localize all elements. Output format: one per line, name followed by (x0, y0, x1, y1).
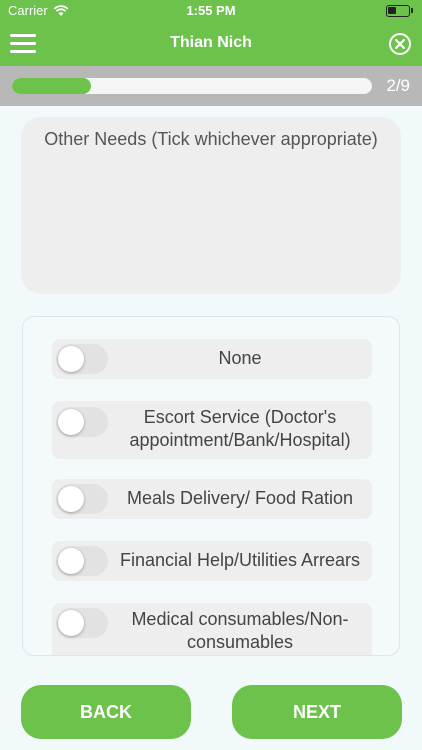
close-circle-icon[interactable] (388, 32, 412, 56)
page-title: Thian Nich (170, 34, 252, 51)
toggle-switch[interactable] (56, 608, 108, 638)
option-label: None (218, 348, 262, 368)
next-button[interactable]: NEXT (232, 685, 402, 739)
progress-fill (12, 78, 92, 94)
progress-area: 2/9 (0, 66, 422, 106)
option-label: Medical consumables/Non-consumables (131, 609, 349, 652)
progress-bar (12, 78, 372, 94)
question-text: Other Needs (Tick whichever appropriate) (44, 129, 378, 149)
status-bar: Carrier 1:55 PM (0, 0, 422, 22)
status-time: 1:55 PM (186, 3, 236, 18)
progress-counter: 2/9 (386, 76, 410, 95)
toggle-switch[interactable] (56, 546, 108, 576)
question-card: Other Needs (Tick whichever appropriate) (21, 117, 401, 294)
option-escort-service[interactable]: Escort Service (Doctor's appointment/Ban… (52, 401, 372, 459)
option-label: Escort Service (Doctor's appointment/Ban… (129, 407, 351, 450)
option-financial-help[interactable]: Financial Help/Utilities Arrears (52, 541, 372, 581)
option-none[interactable]: None (52, 339, 372, 379)
nav-bar: Thian Nich (0, 22, 422, 66)
options-list[interactable]: None Escort Service (Doctor's appointmen… (22, 316, 400, 656)
toggle-switch[interactable] (56, 344, 108, 374)
toggle-switch[interactable] (56, 484, 108, 514)
battery-icon (386, 5, 413, 17)
option-label: Financial Help/Utilities Arrears (119, 550, 361, 570)
option-medical-consumables[interactable]: Medical consumables/Non-consumables (52, 603, 372, 655)
back-button[interactable]: BACK (21, 685, 191, 739)
option-label: Meals Delivery/ Food Ration (126, 488, 354, 508)
option-meals-delivery[interactable]: Meals Delivery/ Food Ration (52, 479, 372, 519)
toggle-switch[interactable] (56, 407, 108, 437)
